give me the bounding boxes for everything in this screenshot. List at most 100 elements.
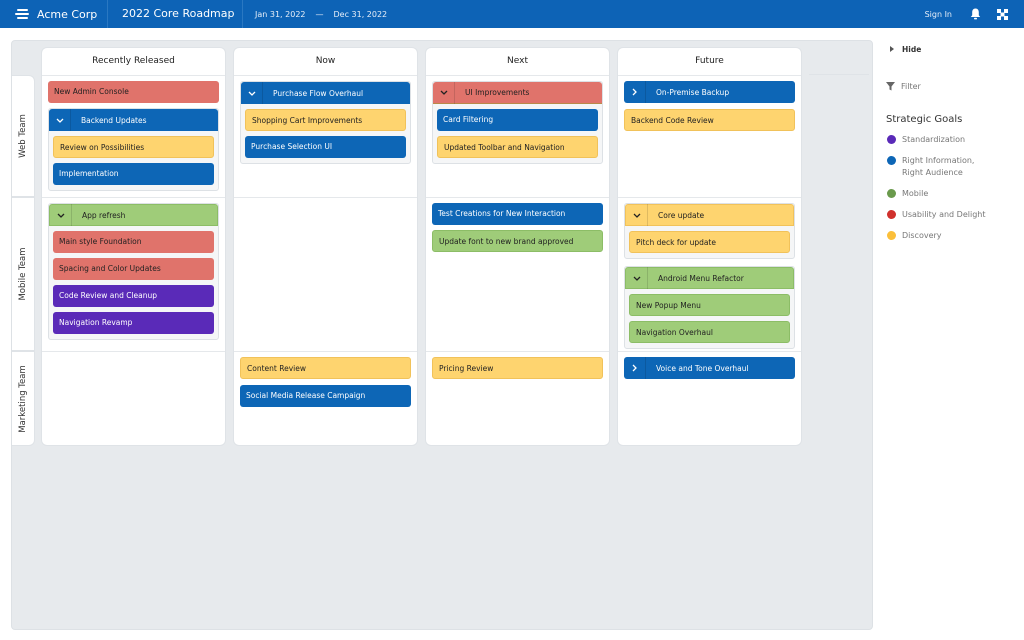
column-header[interactable]: Future — [618, 48, 801, 76]
card[interactable]: Main style Foundation — [53, 231, 214, 253]
card[interactable]: Card Filtering — [437, 109, 598, 131]
card-group: Backend Updates Review on Possibilities … — [48, 108, 219, 191]
goal-color-dot-icon — [887, 231, 896, 240]
lane-label: Marketing Team — [18, 364, 28, 433]
collapsed-group[interactable]: Voice and Tone Overhaul — [624, 357, 795, 379]
bell-icon[interactable] — [968, 7, 982, 21]
goal-legend-item[interactable]: Standardization — [886, 134, 1024, 146]
goal-legend-item[interactable]: Right Information, Right Audience — [886, 155, 1024, 179]
goal-label: Discovery — [902, 231, 942, 240]
filter-icon — [886, 81, 895, 91]
goal-label: Usability and Delight — [902, 210, 986, 219]
card[interactable]: Code Review and Cleanup — [53, 285, 214, 307]
group-header[interactable]: Backend Updates — [49, 109, 218, 131]
group-title: Purchase Flow Overhaul — [273, 88, 364, 98]
side-panel: Hide Filter Strategic Goals Standardizat… — [886, 40, 1024, 242]
date-start: Jan 31, 2022 — [255, 9, 306, 19]
group-header[interactable]: Purchase Flow Overhaul — [241, 82, 410, 104]
goal-color-dot-icon — [887, 135, 896, 144]
expand-icon[interactable] — [996, 8, 1008, 20]
card[interactable]: Review on Possibilities — [53, 136, 214, 158]
card[interactable]: Social Media Release Campaign — [240, 385, 411, 407]
lane-marketing-team[interactable]: Marketing Team — [12, 351, 35, 446]
group-header[interactable]: App refresh — [49, 204, 218, 226]
group-header[interactable]: UI Improvements — [433, 81, 602, 104]
group-title: UI Improvements — [465, 88, 530, 97]
lane-web-team[interactable]: Web Team — [12, 75, 35, 197]
column-recently-released: Recently Released New Admin Console Back… — [41, 47, 226, 446]
column-stub — [809, 47, 869, 75]
top-bar: Acme Corp 2022 Core Roadmap Jan 31, 2022… — [0, 0, 1024, 28]
card[interactable]: New Popup Menu — [629, 294, 790, 316]
goal-color-dot-icon — [887, 210, 896, 219]
column-now: Now Purchase Flow Overhaul Shopping Cart… — [233, 47, 418, 446]
lane-label: Web Team — [18, 114, 28, 158]
goal-label: Right Information, Right Audience — [902, 156, 975, 177]
menu-logo-icon — [15, 8, 29, 20]
goal-legend-item[interactable]: Usability and Delight — [886, 209, 1024, 221]
group-title: Core update — [658, 210, 705, 220]
card[interactable]: Content Review — [240, 357, 411, 379]
column-header[interactable]: Now — [234, 48, 417, 76]
column-future: Future On-Premise Backup Backend Code Re… — [617, 47, 802, 446]
card[interactable]: Implementation — [53, 163, 214, 185]
caret-right-icon — [890, 46, 894, 52]
lane-mobile-team[interactable]: Mobile Team — [12, 197, 35, 351]
column-header[interactable]: Next — [426, 48, 609, 76]
group-header[interactable]: Android Menu Refactor — [625, 267, 794, 289]
card-group: Core update Pitch deck for update — [624, 203, 795, 259]
card[interactable]: Pitch deck for update — [629, 231, 790, 253]
chevron-right-icon[interactable] — [624, 81, 646, 103]
chevron-down-icon[interactable] — [49, 109, 71, 131]
brand[interactable]: Acme Corp — [0, 0, 108, 28]
card[interactable]: Purchase Selection UI — [245, 136, 406, 158]
card[interactable]: Pricing Review — [432, 357, 603, 379]
goal-color-dot-icon — [887, 189, 896, 198]
card[interactable]: New Admin Console — [48, 81, 219, 103]
goal-legend-item[interactable]: Discovery — [886, 230, 1024, 242]
chevron-down-icon[interactable] — [241, 82, 263, 104]
card[interactable]: Spacing and Color Updates — [53, 258, 214, 280]
hide-panel-button[interactable]: Hide — [886, 40, 1024, 58]
date-range[interactable]: Jan 31, 2022 — Dec 31, 2022 — [243, 10, 387, 19]
group-title: App refresh — [82, 210, 126, 220]
card[interactable]: Updated Toolbar and Navigation — [437, 136, 598, 158]
chevron-down-icon[interactable] — [626, 204, 648, 226]
group-header[interactable]: Core update — [625, 204, 794, 226]
card[interactable]: Navigation Revamp — [53, 312, 214, 334]
goal-legend-item[interactable]: Mobile — [886, 188, 1024, 200]
strategic-goals-legend: Standardization Right Information, Right … — [886, 134, 1024, 242]
card-group: UI Improvements Card Filtering Updated T… — [432, 81, 603, 164]
group-title: Voice and Tone Overhaul — [656, 363, 749, 373]
filter-label: Filter — [901, 81, 921, 91]
date-end: Dec 31, 2022 — [333, 9, 388, 19]
hide-label: Hide — [902, 44, 922, 54]
sign-in-link[interactable]: Sign In — [925, 10, 952, 19]
group-title: Android Menu Refactor — [658, 273, 744, 283]
card[interactable]: Test Creations for New Interaction — [432, 203, 603, 225]
card[interactable]: Update font to new brand approved — [432, 230, 603, 252]
group-title: On-Premise Backup — [656, 87, 730, 97]
lane-labels: Web Team Mobile Team Marketing Team — [12, 75, 35, 446]
date-separator: — — [315, 9, 324, 19]
card-group: Android Menu Refactor New Popup Menu Nav… — [624, 266, 795, 349]
card[interactable]: Shopping Cart Improvements — [245, 109, 406, 131]
filter-button[interactable]: Filter — [886, 78, 1024, 94]
column-next: Next UI Improvements Card Filtering Upda… — [425, 47, 610, 446]
card[interactable]: Backend Code Review — [624, 109, 795, 131]
collapsed-group[interactable]: On-Premise Backup — [624, 81, 795, 103]
goal-color-dot-icon — [887, 156, 896, 165]
lane-label: Mobile Team — [18, 247, 28, 301]
roadmap-title[interactable]: 2022 Core Roadmap — [108, 0, 243, 28]
strategic-goals-title: Strategic Goals — [886, 114, 963, 125]
brand-name: Acme Corp — [37, 7, 98, 21]
chevron-down-icon[interactable] — [626, 267, 648, 289]
column-header[interactable]: Recently Released — [42, 48, 225, 76]
chevron-down-icon[interactable] — [50, 204, 72, 226]
chevron-right-icon[interactable] — [624, 357, 646, 379]
group-title: Backend Updates — [81, 115, 147, 125]
card-group: App refresh Main style Foundation Spacin… — [48, 203, 219, 340]
card[interactable]: Navigation Overhaul — [629, 321, 790, 343]
roadmap-board: Web Team Mobile Team Marketing Team Rece… — [11, 40, 873, 630]
chevron-down-icon[interactable] — [433, 81, 455, 104]
